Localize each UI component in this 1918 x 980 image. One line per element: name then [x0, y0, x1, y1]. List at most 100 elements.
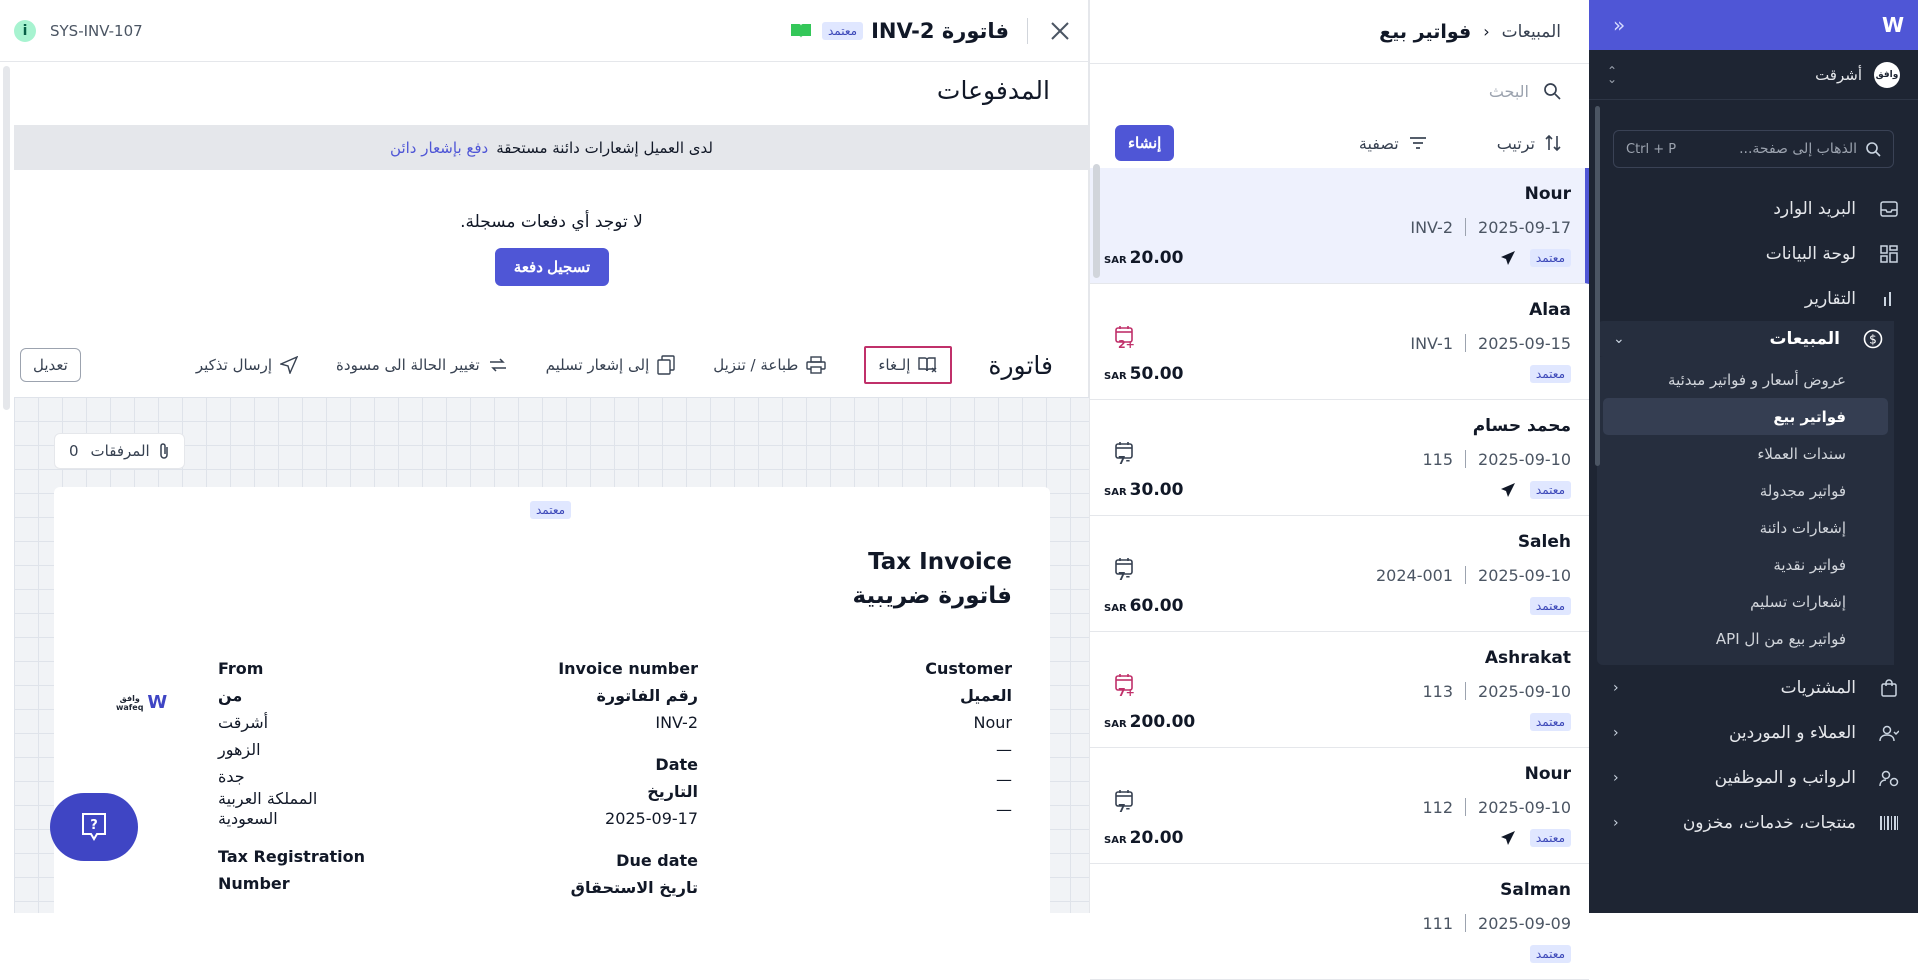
amount-value: 20.00 [1129, 248, 1184, 268]
sidebar-item-sales[interactable]: $ المبيعات ⌄ [1597, 321, 1894, 357]
sort-arrows-icon [1545, 134, 1561, 152]
invoice-list-item[interactable]: Salman 2025-09-09 111 معتمد [1090, 864, 1589, 980]
employee-icon [1878, 769, 1900, 787]
sidebar-item-label: المبيعات [1769, 329, 1840, 349]
sidebar-item-purchases[interactable]: المشتريات ‹ [1589, 665, 1918, 710]
wafeq-logo-icon[interactable]: W [1882, 13, 1904, 37]
invoice-amount: SAR 20.00 [1104, 828, 1183, 848]
due-days: +7 [1118, 686, 1135, 699]
sent-paper-plane-icon [1500, 482, 1516, 498]
chevron-left-icon: ‹ [1613, 679, 1619, 696]
sidebar-item-contacts[interactable]: العملاء و الموردين ‹ [1589, 710, 1918, 755]
collapse-sidebar-icon[interactable]: « [1613, 13, 1625, 37]
invoice-list-item[interactable]: Nour 2025-09-17 INV-2 معتمد SAR 20.00 [1090, 168, 1589, 284]
invoice-meta: 2025-09-10 112 [1104, 796, 1571, 818]
breadcrumb: المبيعات ‹ فواتير بيع [1090, 0, 1589, 64]
invoice-number-heading-ar: رقم الفاتورة [596, 686, 698, 705]
info-icon[interactable]: i [14, 19, 36, 42]
pay-with-credit-note-link[interactable]: دفع بإشعار دائن [390, 139, 488, 157]
invoice-list-item[interactable]: محمد حسام 2025-09-10 115 معتمد SAR 30.00 -7 [1090, 400, 1589, 516]
invoice-list-item[interactable]: Saleh 2025-09-10 2024-001 معتمد SAR 60.00 -7 [1090, 516, 1589, 632]
submenu-item-customer-receipts[interactable]: سندات العملاء [1597, 435, 1894, 472]
from-company: أشرقت [218, 713, 269, 732]
currency-code: SAR [1104, 487, 1127, 498]
invoice-list-item[interactable]: Nour 2025-09-10 112 معتمد SAR 20.00 -7 [1090, 748, 1589, 864]
currency-code: SAR [1104, 719, 1127, 730]
invoice-number: INV-1 [1410, 333, 1454, 353]
attachments-label: المرفقات [90, 442, 150, 460]
record-payment-button[interactable]: تسجيل دفعة [495, 248, 609, 286]
sidebar-item-reports[interactable]: التقارير [1589, 276, 1918, 321]
breadcrumb-sales[interactable]: المبيعات [1502, 22, 1561, 42]
submenu-item-credit-notes[interactable]: إشعارات دائنة [1597, 509, 1894, 546]
invoice-actions-bar: فاتورة إلـغاء طباعة / تنزيل إلى إشعار تس… [14, 338, 1089, 392]
sidebar-search-input[interactable]: الذهاب إلى صفحة... Ctrl + P [1613, 130, 1894, 168]
invoice-list-item[interactable]: Alaa 2025-09-15 INV-1 معتمد SAR 50.00 +2 [1090, 284, 1589, 400]
due-calendar-icon: -7 [1106, 440, 1134, 470]
to-delivery-label: إلى إشعار تسليم [545, 356, 650, 374]
page-title: فاتورة INV-2 [871, 18, 1009, 43]
attachments-button[interactable]: المرفقات 0 [54, 433, 185, 469]
currency-code: SAR [1104, 255, 1127, 266]
company-switcher[interactable]: وافق أشرقت ⌃ ⌄ [1589, 50, 1918, 100]
logo-text-ar: وافق [119, 693, 140, 703]
send-reminder-button[interactable]: إرسال تذكير [196, 356, 299, 374]
sidebar-item-payroll[interactable]: الرواتب و الموظفين ‹ [1589, 755, 1918, 800]
submenu-item-sales-invoices[interactable]: فواتير بيع [1603, 398, 1888, 435]
document-status-badge: معتمد [530, 501, 572, 519]
submenu-item-cash-invoices[interactable]: فواتير نقدية [1597, 546, 1894, 583]
close-icon[interactable] [1050, 21, 1070, 41]
edit-button[interactable]: تعديل [20, 348, 81, 382]
customer-block: Customer العميل Nour — — — [925, 655, 1012, 823]
submenu-item-quotes[interactable]: عروض أسعار و فواتير مبدئية [1597, 361, 1894, 398]
filter-button[interactable]: تصفية [1359, 134, 1427, 153]
sidebar-scrollbar[interactable] [1595, 106, 1600, 466]
divider [1465, 914, 1467, 932]
status-badge: معتمد [1529, 249, 1571, 267]
cancel-invoice-button[interactable]: إلـغاء [864, 346, 953, 384]
invoice-date: 2025-09-10 [1478, 681, 1571, 701]
submenu-item-delivery-notes[interactable]: إشعارات تسليم [1597, 583, 1894, 620]
attachments-count: 0 [69, 442, 79, 460]
print-download-button[interactable]: طباعة / تنزيل [713, 356, 827, 374]
change-to-draft-button[interactable]: تغيير الحالة الى مسودة [336, 356, 508, 374]
invoice-meta-block: Invoice number رقم الفاتورة INV-2 Date ا… [558, 655, 698, 901]
search-icon [1866, 142, 1881, 157]
sidebar-item-products[interactable]: منتجات، خدمات، مخزون ‹ [1589, 800, 1918, 845]
chevron-left-icon: ‹ [1613, 769, 1619, 786]
submenu-item-api-invoices[interactable]: فواتير بيع من ال API [1597, 620, 1894, 657]
chevron-left-icon: ‹ [1613, 814, 1619, 831]
help-button[interactable]: ? [50, 793, 138, 861]
status-badge: معتمد [1529, 365, 1571, 383]
sidebar-item-dashboard[interactable]: لوحة البيانات [1589, 231, 1918, 276]
to-delivery-note-button[interactable]: إلى إشعار تسليم [546, 355, 676, 375]
amount-value: 20.00 [1129, 828, 1184, 848]
sidebar-item-inbox[interactable]: البريد الوارد [1589, 186, 1918, 231]
search-icon [1544, 83, 1561, 100]
list-search-input[interactable]: البحث [1090, 64, 1589, 118]
filter-label: تصفية [1358, 133, 1399, 153]
sort-button[interactable]: ترتيب [1497, 134, 1561, 153]
detail-scrollbar-thumb[interactable] [1093, 164, 1100, 278]
create-button[interactable]: إنشاء [1115, 125, 1175, 161]
document-canvas: المرفقات 0 معتمد Tax Invoice فاتورة ضريب… [14, 397, 1089, 913]
status-badge: معتمد [1529, 945, 1571, 963]
invoice-amount: SAR 50.00 [1104, 364, 1183, 384]
to-draft-label: تغيير الحالة الى مسودة [336, 356, 480, 374]
copy-document-icon [657, 355, 675, 375]
company-name: أشرقت [1815, 65, 1862, 84]
from-country-line2: السعودية [218, 809, 278, 828]
customer-name: Nour [1524, 184, 1571, 204]
help-question-icon: ? [80, 812, 108, 842]
detail-scrollbar[interactable] [3, 66, 10, 410]
customer-field-empty: — [996, 770, 1012, 789]
sent-paper-plane-icon [1500, 250, 1516, 266]
status-badge: معتمد [1529, 829, 1571, 847]
submenu-item-scheduled-invoices[interactable]: فواتير مجدولة [1597, 472, 1894, 509]
svg-text:$: $ [1869, 333, 1877, 347]
invoice-amount: SAR 30.00 [1104, 480, 1183, 500]
invoice-status-line: معتمد SAR 60.00 [1104, 594, 1571, 618]
document-title-en: Tax Invoice [868, 549, 1012, 575]
print-label: طباعة / تنزيل [713, 356, 799, 374]
invoice-list-item[interactable]: Ashrakat 2025-09-10 113 معتمد SAR 200.00 +7 [1090, 632, 1589, 748]
